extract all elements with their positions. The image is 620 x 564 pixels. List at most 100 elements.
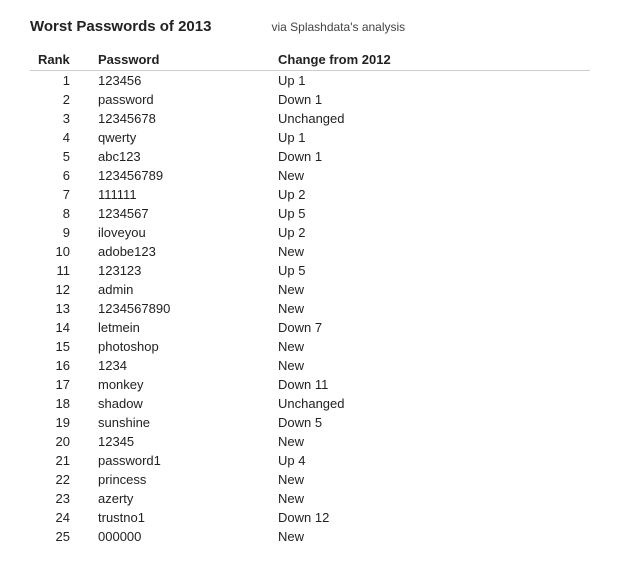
cell-rank: 13 (30, 299, 90, 318)
cell-change: Unchanged (270, 394, 590, 413)
col-change: Change from 2012 (270, 49, 590, 71)
table-row: 161234New (30, 356, 590, 375)
cell-password: 123456789 (90, 166, 270, 185)
cell-rank: 6 (30, 166, 90, 185)
table-row: 19sunshineDown 5 (30, 413, 590, 432)
cell-rank: 7 (30, 185, 90, 204)
cell-change: New (270, 242, 590, 261)
cell-rank: 2 (30, 90, 90, 109)
cell-rank: 21 (30, 451, 90, 470)
cell-password: password1 (90, 451, 270, 470)
cell-change: New (270, 280, 590, 299)
cell-rank: 10 (30, 242, 90, 261)
page-container: Worst Passwords of 2013 via Splashdata's… (0, 0, 620, 564)
cell-change: New (270, 299, 590, 318)
table-row: 23azertyNew (30, 489, 590, 508)
cell-password: 123456 (90, 71, 270, 91)
table-row: 21password1Up 4 (30, 451, 590, 470)
cell-rank: 8 (30, 204, 90, 223)
cell-rank: 5 (30, 147, 90, 166)
table-row: 10adobe123New (30, 242, 590, 261)
cell-change: Down 1 (270, 90, 590, 109)
cell-change: Up 5 (270, 261, 590, 280)
cell-password: 12345 (90, 432, 270, 451)
cell-change: New (270, 356, 590, 375)
cell-password: adobe123 (90, 242, 270, 261)
cell-password: princess (90, 470, 270, 489)
cell-password: 12345678 (90, 109, 270, 128)
cell-password: 1234567890 (90, 299, 270, 318)
cell-password: 1234567 (90, 204, 270, 223)
cell-password: qwerty (90, 128, 270, 147)
table-row: 5abc123Down 1 (30, 147, 590, 166)
table-row: 131234567890New (30, 299, 590, 318)
cell-password: password (90, 90, 270, 109)
table-row: 4qwertyUp 1 (30, 128, 590, 147)
cell-change: Up 2 (270, 223, 590, 242)
cell-rank: 3 (30, 109, 90, 128)
cell-change: Up 2 (270, 185, 590, 204)
cell-password: letmein (90, 318, 270, 337)
page-subtitle: via Splashdata's analysis (271, 20, 405, 34)
cell-change: Up 5 (270, 204, 590, 223)
table-row: 81234567Up 5 (30, 204, 590, 223)
cell-password: abc123 (90, 147, 270, 166)
cell-rank: 22 (30, 470, 90, 489)
cell-rank: 23 (30, 489, 90, 508)
table-row: 6123456789New (30, 166, 590, 185)
cell-change: Up 1 (270, 128, 590, 147)
cell-password: iloveyou (90, 223, 270, 242)
cell-rank: 11 (30, 261, 90, 280)
header-row: Worst Passwords of 2013 via Splashdata's… (30, 18, 590, 35)
table-row: 17monkeyDown 11 (30, 375, 590, 394)
cell-password: 000000 (90, 527, 270, 546)
cell-change: Down 11 (270, 375, 590, 394)
table-row: 18shadowUnchanged (30, 394, 590, 413)
cell-change: New (270, 527, 590, 546)
table-row: 14letmeinDown 7 (30, 318, 590, 337)
cell-rank: 20 (30, 432, 90, 451)
table-row: 22princessNew (30, 470, 590, 489)
cell-change: New (270, 166, 590, 185)
cell-change: New (270, 337, 590, 356)
cell-change: Down 1 (270, 147, 590, 166)
table-row: 9iloveyouUp 2 (30, 223, 590, 242)
table-row: 12adminNew (30, 280, 590, 299)
cell-change: Up 4 (270, 451, 590, 470)
cell-rank: 17 (30, 375, 90, 394)
cell-password: photoshop (90, 337, 270, 356)
table-header-row: Rank Password Change from 2012 (30, 49, 590, 71)
cell-password: monkey (90, 375, 270, 394)
cell-rank: 12 (30, 280, 90, 299)
cell-password: sunshine (90, 413, 270, 432)
col-rank: Rank (30, 49, 90, 71)
table-row: 11123123Up 5 (30, 261, 590, 280)
table-row: 2passwordDown 1 (30, 90, 590, 109)
cell-password: 1234 (90, 356, 270, 375)
cell-rank: 1 (30, 71, 90, 91)
cell-rank: 14 (30, 318, 90, 337)
cell-password: shadow (90, 394, 270, 413)
cell-rank: 9 (30, 223, 90, 242)
table-row: 1123456Up 1 (30, 71, 590, 91)
page-title: Worst Passwords of 2013 (30, 18, 211, 35)
col-password: Password (90, 49, 270, 71)
cell-rank: 4 (30, 128, 90, 147)
cell-rank: 25 (30, 527, 90, 546)
cell-password: azerty (90, 489, 270, 508)
cell-password: admin (90, 280, 270, 299)
cell-change: Up 1 (270, 71, 590, 91)
cell-rank: 18 (30, 394, 90, 413)
cell-rank: 19 (30, 413, 90, 432)
cell-password: 123123 (90, 261, 270, 280)
cell-change: Unchanged (270, 109, 590, 128)
cell-change: Down 5 (270, 413, 590, 432)
table-row: 25000000New (30, 527, 590, 546)
cell-change: New (270, 432, 590, 451)
cell-change: New (270, 489, 590, 508)
cell-rank: 15 (30, 337, 90, 356)
cell-rank: 16 (30, 356, 90, 375)
table-row: 2012345New (30, 432, 590, 451)
cell-change: Down 7 (270, 318, 590, 337)
cell-change: New (270, 470, 590, 489)
